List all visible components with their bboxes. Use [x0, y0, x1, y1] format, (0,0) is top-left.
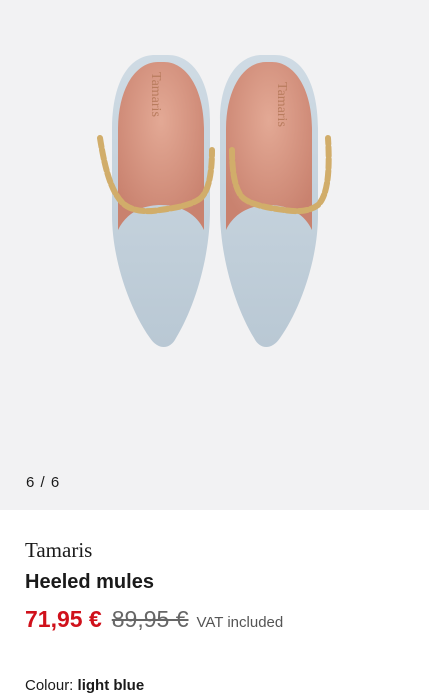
- colour-value: light blue: [77, 677, 145, 694]
- colour-info: Colour: light blue: [25, 677, 404, 694]
- insole-logo-right: Tamaris: [274, 82, 289, 127]
- product-title: Heeled mules: [25, 571, 154, 593]
- brand-name[interactable]: Tamaris: [25, 538, 404, 563]
- product-info: Tamaris Heeled mules 71,95 € 89,95 € VAT…: [0, 538, 429, 694]
- current-price: 71,95 €: [25, 606, 102, 632]
- colour-label: Colour:: [25, 677, 74, 694]
- insole-logo-left: Tamaris: [148, 72, 163, 117]
- vat-note: VAT included: [196, 614, 284, 631]
- product-image[interactable]: Tamaris Tamaris: [0, 0, 429, 510]
- product-image-gallery[interactable]: Tamaris Tamaris 6 / 6: [0, 0, 429, 510]
- price-row: 71,95 € 89,95 € VAT included: [25, 606, 404, 633]
- original-price: 89,95 €: [111, 606, 189, 632]
- image-counter: 6 / 6: [26, 474, 61, 491]
